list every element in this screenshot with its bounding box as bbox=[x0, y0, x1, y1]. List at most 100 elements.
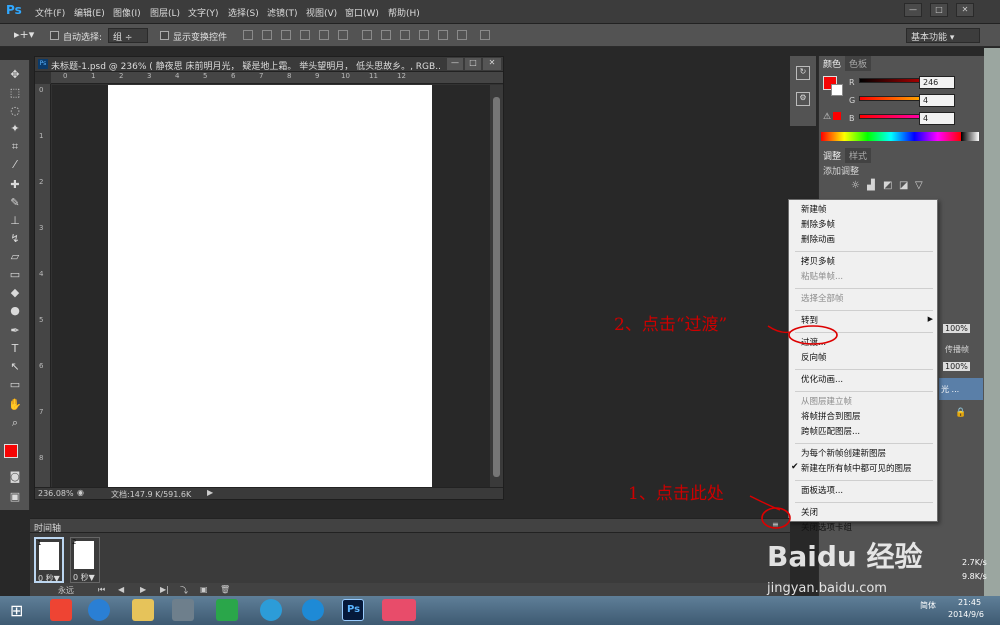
browser-icon[interactable] bbox=[260, 599, 282, 621]
r-value[interactable]: 246 bbox=[919, 76, 955, 89]
qq-icon[interactable] bbox=[50, 599, 72, 621]
auto-select-dropdown[interactable]: 组 ÷ bbox=[108, 28, 148, 43]
distribute-right-icon[interactable] bbox=[457, 30, 467, 40]
distribute-vcenter-icon[interactable] bbox=[381, 30, 391, 40]
auto-align-icon[interactable] bbox=[480, 30, 490, 40]
type-tool-icon[interactable]: T bbox=[8, 342, 22, 356]
color-background-swatch[interactable] bbox=[831, 84, 843, 96]
document-tab[interactable]: Ps 未标题-1.psd @ 236% ( 静夜思 床前明月光， 疑是地上霜。 … bbox=[35, 57, 503, 72]
play-icon[interactable]: ▶ bbox=[140, 585, 146, 594]
zoom-level[interactable]: 236.08% bbox=[38, 489, 74, 498]
stamp-tool-icon[interactable]: ⊥ bbox=[8, 214, 22, 228]
menu-view[interactable]: 视图(V) bbox=[306, 6, 337, 19]
menu-file[interactable]: 文件(F) bbox=[35, 6, 65, 19]
zoom-tool-icon[interactable]: ⌕ bbox=[8, 416, 22, 430]
timeline-title[interactable]: 时间轴 bbox=[34, 521, 61, 534]
app-icon[interactable] bbox=[172, 599, 194, 621]
menu-type[interactable]: 文字(Y) bbox=[188, 6, 219, 19]
menu-help[interactable]: 帮助(H) bbox=[388, 6, 420, 19]
gradient-tool-icon[interactable]: ▭ bbox=[8, 268, 22, 282]
selected-layer[interactable]: 光 ... bbox=[939, 378, 983, 400]
distribute-top-icon[interactable] bbox=[362, 30, 372, 40]
menu-item[interactable]: 删除多帧 bbox=[801, 218, 835, 230]
tab-styles[interactable]: 样式 bbox=[845, 148, 872, 163]
menu-filter[interactable]: 滤镜(T) bbox=[267, 6, 298, 19]
opacity-field[interactable]: 100% bbox=[943, 324, 970, 333]
start-icon[interactable]: ⊞ bbox=[10, 601, 23, 620]
doc-close-button[interactable]: ✕ bbox=[483, 58, 501, 70]
brush-tool-icon[interactable]: ✎ bbox=[8, 196, 22, 210]
workspace-dropdown[interactable]: 基本功能 ▾ bbox=[906, 28, 980, 43]
app-icon[interactable] bbox=[302, 599, 324, 621]
move-tool-icon[interactable]: ▸+▾ bbox=[14, 28, 34, 41]
show-transform-checkbox[interactable] bbox=[160, 31, 169, 40]
menu-image[interactable]: 图像(I) bbox=[113, 6, 141, 19]
clock-time[interactable]: 21:45 bbox=[958, 598, 981, 607]
app-icon[interactable] bbox=[382, 599, 416, 621]
tween-icon[interactable]: ⤵ bbox=[180, 585, 188, 596]
align-vcenter-icon[interactable] bbox=[262, 30, 272, 40]
path-select-icon[interactable]: ↖ bbox=[8, 360, 22, 374]
loop-dropdown[interactable]: 永远 bbox=[58, 585, 74, 596]
menu-item[interactable]: 删除动画 bbox=[801, 233, 835, 245]
blur-tool-icon[interactable]: ◆ bbox=[8, 286, 22, 300]
align-bottom-icon[interactable] bbox=[281, 30, 291, 40]
vibrance-icon[interactable]: ▽ bbox=[915, 180, 923, 191]
hand-tool-icon[interactable]: ✋ bbox=[8, 398, 22, 412]
frame-1[interactable]: 1 0 秒▼ bbox=[34, 537, 64, 583]
history-brush-icon[interactable]: ↯ bbox=[8, 232, 22, 246]
align-left-icon[interactable] bbox=[300, 30, 310, 40]
crop-tool-icon[interactable]: ⌗ bbox=[8, 140, 22, 154]
menu-select[interactable]: 选择(S) bbox=[228, 6, 259, 19]
move-tool-icon[interactable]: ✥ bbox=[8, 68, 22, 82]
duplicate-frame-icon[interactable]: ▣ bbox=[200, 585, 208, 594]
frame-2[interactable]: 2 0 秒▼ bbox=[70, 537, 100, 583]
marquee-tool-icon[interactable]: ⬚ bbox=[8, 86, 22, 100]
brightness-icon[interactable]: ☼ bbox=[851, 180, 860, 191]
grayscale-bar[interactable] bbox=[961, 132, 979, 141]
k-app-icon[interactable] bbox=[88, 599, 110, 621]
tab-swatches[interactable]: 色板 bbox=[845, 56, 872, 71]
prev-frame-icon[interactable]: ◀ bbox=[118, 585, 124, 594]
distribute-left-icon[interactable] bbox=[419, 30, 429, 40]
frame-delay[interactable]: 0 秒▼ bbox=[73, 572, 95, 583]
curves-icon[interactable]: ◩ bbox=[883, 180, 892, 191]
maximize-button[interactable]: □ bbox=[930, 3, 948, 17]
auto-select-checkbox[interactable] bbox=[50, 31, 59, 40]
menu-item[interactable]: 拷贝多帧 bbox=[801, 255, 835, 267]
align-hcenter-icon[interactable] bbox=[319, 30, 329, 40]
next-frame-icon[interactable]: ▶| bbox=[160, 585, 169, 594]
photoshop-taskbar-icon[interactable]: Ps bbox=[342, 599, 364, 621]
foreground-color-swatch[interactable] bbox=[4, 444, 18, 458]
menu-layer[interactable]: 图层(L) bbox=[150, 6, 180, 19]
align-right-icon[interactable] bbox=[338, 30, 348, 40]
ime-indicator[interactable]: 简体 bbox=[920, 600, 936, 611]
doc-restore-button[interactable]: □ bbox=[465, 58, 481, 70]
minimize-button[interactable]: — bbox=[904, 3, 922, 17]
pen-tool-icon[interactable]: ✒ bbox=[8, 324, 22, 338]
magic-wand-icon[interactable]: ✦ bbox=[8, 122, 22, 136]
menu-item[interactable]: 新建帧 bbox=[801, 203, 827, 215]
tab-color[interactable]: 颜色 bbox=[819, 56, 846, 71]
trash-icon[interactable]: 🗑 bbox=[220, 585, 230, 594]
shape-tool-icon[interactable]: ▭ bbox=[8, 378, 22, 392]
align-top-icon[interactable] bbox=[243, 30, 253, 40]
menu-window[interactable]: 窗口(W) bbox=[345, 6, 379, 19]
screen-mode-icon[interactable]: ▣ bbox=[8, 490, 22, 504]
tab-adjustments[interactable]: 调整 bbox=[819, 148, 846, 163]
eraser-tool-icon[interactable]: ▱ bbox=[8, 250, 22, 264]
distribute-hcenter-icon[interactable] bbox=[438, 30, 448, 40]
explorer-icon[interactable] bbox=[132, 599, 154, 621]
fill-field[interactable]: 100% bbox=[943, 362, 970, 371]
dodge-tool-icon[interactable]: ● bbox=[8, 304, 22, 318]
levels-icon[interactable]: ▟ bbox=[867, 180, 875, 191]
close-button[interactable]: ✕ bbox=[956, 3, 974, 17]
first-frame-icon[interactable]: ⏮ bbox=[98, 585, 105, 595]
store-icon[interactable] bbox=[216, 599, 238, 621]
lasso-tool-icon[interactable]: ◌ bbox=[8, 104, 22, 118]
quick-mask-icon[interactable]: ◙ bbox=[8, 470, 22, 484]
status-arrow-icon[interactable]: ▶ bbox=[207, 488, 213, 497]
distribute-bottom-icon[interactable] bbox=[400, 30, 410, 40]
healing-brush-icon[interactable]: ✚ bbox=[8, 178, 22, 192]
clock-date[interactable]: 2014/9/6 bbox=[948, 610, 984, 619]
